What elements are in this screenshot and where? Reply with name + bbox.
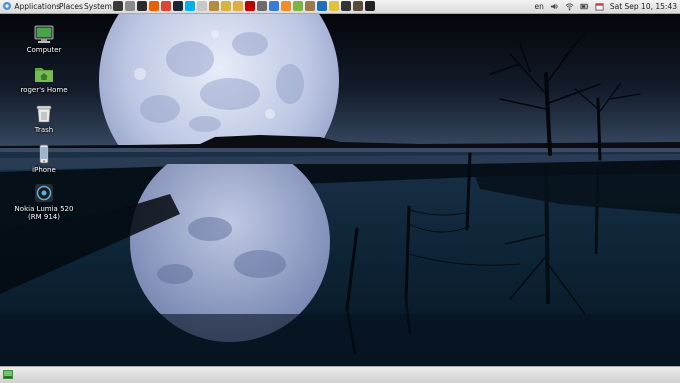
file-manager-icon[interactable] — [125, 1, 135, 11]
launcher-bar — [113, 1, 375, 12]
desktop-icon-label: iPhone — [32, 166, 56, 174]
desktop-wallpaper — [0, 14, 680, 366]
virtualbox-icon[interactable] — [317, 1, 327, 11]
system-menu-label[interactable]: System — [84, 2, 112, 11]
volume-icon[interactable] — [550, 2, 559, 11]
system-tray: en Sat Sep 10, 15:43 — [534, 0, 680, 13]
home-folder-icon — [35, 68, 53, 82]
phone-icon — [39, 144, 49, 164]
desktop-icon-iphone[interactable]: iPhone — [12, 144, 76, 174]
chrome-icon[interactable] — [161, 1, 171, 11]
film-icon[interactable] — [353, 1, 363, 11]
desktop-icon-label-secondary: (RM 914) — [28, 213, 60, 221]
desktop-icon-trash[interactable]: Trash — [12, 104, 76, 134]
computer-icon — [34, 25, 54, 43]
android-icon[interactable] — [293, 1, 303, 11]
distro-logo-icon — [3, 2, 11, 10]
calculator-icon[interactable] — [257, 1, 267, 11]
desktop-icon-label: Nokia Lumia 520 — [14, 205, 74, 213]
terminal-icon[interactable] — [113, 1, 123, 11]
moon-lake-wallpaper — [0, 14, 680, 366]
clock[interactable]: Sat Sep 10, 15:43 — [610, 0, 677, 13]
network-icon[interactable] — [269, 1, 279, 11]
desktop-icon-nokia-lumia[interactable]: Nokia Lumia 520 (RM 914) — [12, 183, 76, 221]
package-icon[interactable] — [305, 1, 315, 11]
desktop-icon-computer[interactable]: Computer — [12, 24, 76, 54]
skype-icon[interactable] — [185, 1, 195, 11]
image-viewer-icon[interactable] — [221, 1, 231, 11]
calendar-icon — [595, 3, 604, 11]
places-menu-label[interactable]: Places — [59, 2, 83, 11]
tools-icon[interactable] — [329, 1, 339, 11]
battery-icon[interactable] — [580, 2, 589, 11]
text-editor-icon[interactable] — [197, 1, 207, 11]
desktop-icon-label: Computer — [26, 46, 62, 54]
media-player-icon — [35, 184, 53, 202]
desktop-icon-label: Trash — [34, 126, 54, 134]
top-panel: Applications Places System en Sat Sep 10… — [0, 0, 680, 14]
photos-icon[interactable] — [281, 1, 291, 11]
console-icon[interactable] — [365, 1, 375, 11]
archive-icon[interactable] — [209, 1, 219, 11]
bottom-panel — [0, 366, 680, 383]
desktop-icon-home[interactable]: roger's Home — [12, 64, 76, 94]
keyboard-layout-indicator[interactable]: en — [534, 0, 543, 13]
places-menu[interactable]: Places — [59, 0, 83, 13]
steam-icon[interactable] — [173, 1, 183, 11]
desktop-icon-label: roger's Home — [20, 86, 68, 94]
firefox-icon[interactable] — [149, 1, 159, 11]
filezilla-icon[interactable] — [245, 1, 255, 11]
trash-icon — [36, 105, 52, 123]
monitor-icon[interactable] — [341, 1, 351, 11]
wifi-icon[interactable] — [565, 2, 574, 11]
applications-menu-label[interactable]: Applications — [14, 2, 60, 11]
browser-icon[interactable] — [137, 1, 147, 11]
show-desktop-icon[interactable] — [3, 370, 13, 379]
applications-menu[interactable]: Applications — [2, 0, 60, 13]
system-menu[interactable]: System — [84, 0, 112, 13]
folder-icon[interactable] — [233, 1, 243, 11]
